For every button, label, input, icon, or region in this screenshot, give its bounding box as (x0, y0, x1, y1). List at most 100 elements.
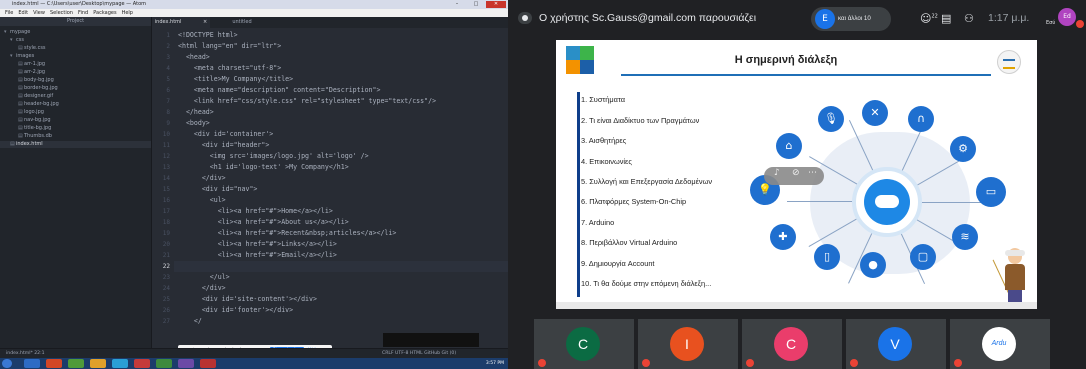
agenda-item: 9. Δημιουργία Account (581, 259, 655, 268)
participant-avatar: Ardu (982, 327, 1016, 361)
tree-item-file[interactable]: ▤header-bg.jpg (18, 101, 59, 108)
menu-view[interactable]: View (33, 9, 45, 17)
meet-top-bar: Ο χρήστης Sc.Gauss@gmail.com παρουσιάζει… (508, 0, 1086, 40)
tree-item-images[interactable]: ▾ images (10, 53, 34, 60)
taskbar-app-icon[interactable] (200, 359, 216, 368)
self-avatar[interactable]: Ed (1058, 8, 1076, 26)
agenda-item: 3. Αισθητήρες (581, 136, 627, 145)
code-line: <li><a href="#">Email</a></li> (178, 251, 337, 259)
close-button[interactable]: ✕ (486, 1, 506, 8)
menu-packages[interactable]: Packages (93, 9, 116, 17)
agenda-item: 7. Arduino (581, 218, 615, 227)
mic-off-icon[interactable]: ⊘ (792, 168, 800, 178)
minimize-button[interactable]: – (448, 1, 466, 8)
mic-muted-icon (642, 359, 650, 367)
atom-editor-window: index.html — C:\Users\user\Desktop\mypag… (0, 0, 508, 369)
monitor-icon: ▭ (976, 177, 1006, 207)
headphones-icon: ∩ (908, 106, 934, 132)
code-line: <div id="header"> (178, 141, 270, 149)
taskbar-app-icon[interactable] (46, 359, 62, 368)
start-button-icon[interactable] (2, 359, 12, 368)
participant-tile[interactable]: I (638, 319, 738, 369)
code-line: <!DOCTYPE html> (178, 31, 238, 39)
tree-item-style-css[interactable]: ▤style.css (18, 45, 46, 52)
window-titlebar: index.html — C:\Users\user\Desktop\mypag… (0, 0, 508, 9)
agenda-item: 2. Τι είναι Διαδίκτυο των Πραγμάτων (581, 116, 700, 125)
mic-icon[interactable]: ♪ (774, 168, 780, 178)
tree-item-file[interactable]: ▤Thumbs.db (18, 133, 52, 140)
self-label: Εσύ (1046, 20, 1056, 26)
taskbar-app-icon[interactable] (134, 359, 150, 368)
tree-item-mypage[interactable]: ▾ mypage (4, 29, 30, 36)
taskbar-chrome-icon[interactable] (90, 359, 106, 368)
agenda-item: 8. Περιβάλλον Virtual Arduino (581, 238, 678, 247)
meet-window: Ο χρήστης Sc.Gauss@gmail.com παρουσιάζει… (508, 0, 1086, 369)
taskbar-atom-icon[interactable] (156, 359, 172, 368)
windows-taskbar: 3:57 PM (0, 358, 508, 369)
code-line: <div id="nav"> (178, 185, 258, 193)
tree-item-file[interactable]: ▤border-bg.jpg (18, 85, 58, 92)
taskbar-app-icon[interactable] (68, 359, 84, 368)
tree-item-file[interactable]: ▤logo.jpg (18, 109, 44, 116)
code-line: </div> (178, 174, 226, 182)
presentation-slide: Η σημερινή διάλεξη 1. Συστήματα 2. Τι εί… (556, 40, 1037, 309)
participant-tile[interactable]: Ardu (950, 319, 1050, 369)
tree-item-css[interactable]: ▾ css (10, 37, 24, 44)
activities-icon[interactable]: ⚇ (964, 12, 974, 25)
participant-tile[interactable]: C (534, 319, 634, 369)
code-line: </ (178, 317, 202, 325)
maximize-button[interactable]: □ (467, 1, 485, 8)
tab-untitled[interactable]: untitled (212, 17, 272, 28)
window-title: index.html — C:\Users\user\Desktop\mypag… (12, 1, 146, 7)
participant-tile[interactable]: V (846, 319, 946, 369)
tab-close-icon[interactable]: × (203, 19, 207, 25)
chat-icon[interactable]: ▤ (941, 12, 951, 25)
presenter-controls[interactable]: ♪ ⊘ ⋯ (764, 167, 824, 185)
tree-item-file[interactable]: ▤arr-2.jpg (18, 69, 45, 76)
tree-item-file[interactable]: ▤title-bg.jpg (18, 125, 51, 132)
people-icon[interactable]: ☺22 (920, 12, 938, 25)
code-line: <ul> (178, 196, 226, 204)
status-bar: index.html* 22:1 CRLF UTF-8 HTML GitHub … (0, 348, 508, 358)
code-line: <li><a href="#">Home</a></li> (178, 207, 333, 215)
overlay-block (383, 333, 479, 347)
code-line: <title>My Company</title> (178, 75, 294, 83)
participant-tile[interactable]: C (742, 319, 842, 369)
code-line: </div> (178, 284, 226, 292)
code-area[interactable]: <!DOCTYPE html> <html lang="en" dir="ltr… (152, 28, 508, 348)
menu-edit[interactable]: Edit (18, 9, 28, 17)
taskbar-app-icon[interactable] (112, 359, 128, 368)
menu-file[interactable]: File (5, 9, 13, 17)
tree-item-file[interactable]: ▤body-bg.jpg (18, 77, 54, 84)
presenter-text: Ο χρήστης Sc.Gauss@gmail.com παρουσιάζει (539, 12, 757, 24)
code-line: <body> (178, 119, 210, 127)
agenda-item: 5. Συλλογή και Επεξεργασία Δεδομένων (581, 177, 713, 186)
code-line: <li><a href="#">About us</a></li> (178, 218, 349, 226)
tree-item-file[interactable]: ▤arr-1.jpg (18, 61, 45, 68)
system-clock: 3:57 PM (485, 361, 504, 366)
taskbar-app-icon[interactable] (178, 359, 194, 368)
title-divider (621, 74, 991, 76)
tree-item-file[interactable]: ▤nav-bg.jpg (18, 117, 51, 124)
tab-index-html[interactable]: index.html × (152, 17, 210, 28)
slide-title: Η σημερινή διάλεξη (734, 54, 838, 66)
tree-item-index-html[interactable]: ▤index.html (0, 141, 151, 148)
user-icon: ● (860, 252, 886, 278)
tree-item-file[interactable]: ▤designer.gif (18, 93, 53, 100)
menu-help[interactable]: Help (122, 9, 133, 17)
menu-find[interactable]: Find (78, 9, 88, 17)
code-line: </head> (178, 108, 214, 116)
university-logo (997, 50, 1021, 74)
taskbar-explorer-icon[interactable] (24, 359, 40, 368)
wifi-icon: ≋ (952, 224, 978, 250)
gamepad-icon: ✚ (770, 224, 796, 250)
code-editor[interactable]: <!DOCTYPE html> <html lang="en" dir="ltr… (152, 28, 508, 348)
agenda-item: 6. Πλατφόρμες System-On-Chip (581, 197, 687, 206)
code-line: <h1 id='logo-text' >My Company</h1> (178, 163, 349, 171)
more-icon[interactable]: ⋯ (808, 168, 817, 178)
others-label: και άλλοι 10 (838, 15, 871, 22)
code-line-current (152, 261, 508, 272)
code-line: <img src='images/logo.jpg' alt='logo' /> (178, 152, 369, 160)
code-line: <html lang="en" dir="ltr"> (178, 42, 282, 50)
menu-selection[interactable]: Selection (50, 9, 73, 17)
